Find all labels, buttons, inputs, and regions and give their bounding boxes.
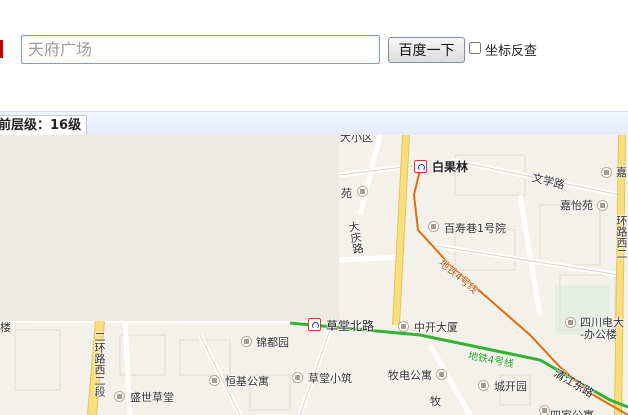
map-label: 恒基公寓 xyxy=(225,375,269,388)
map-label: 嘉 xyxy=(616,166,627,179)
map-toolbar xyxy=(0,111,628,136)
map-label: 牧电公寓 xyxy=(388,369,432,382)
poi-icon[interactable] xyxy=(539,405,550,415)
map-label: 二环路西二段 xyxy=(93,331,106,397)
poi-icon[interactable] xyxy=(357,186,368,197)
map-label: 四家公寓 xyxy=(550,407,594,415)
poi-icon[interactable] xyxy=(428,221,439,232)
map-label: 城开园 xyxy=(494,380,527,393)
poi-icon[interactable] xyxy=(565,317,576,328)
map-label: 盛世草堂 xyxy=(130,391,174,404)
reverse-geocode-checkbox[interactable] xyxy=(469,42,481,54)
map-label-baiguolin: 白果林 xyxy=(432,160,469,174)
poi-icon[interactable] xyxy=(398,321,409,332)
map-label: -办公楼 xyxy=(580,328,617,341)
poi-icon[interactable] xyxy=(241,336,252,347)
map-label: 百寿巷1号院 xyxy=(444,222,506,235)
map-label: 牧 xyxy=(430,395,441,408)
poi-icon[interactable] xyxy=(436,369,447,380)
zoom-level-label: 前层级：16级 xyxy=(0,115,88,136)
map-label: 环路西二 xyxy=(615,215,628,259)
map-view[interactable]: 大小区 白果林 文学路 嘉怡苑 嘉 苑 大庆路 百寿巷1号院 环路西二 地铁4号… xyxy=(0,135,628,415)
map-label: 中开大厦 xyxy=(414,321,458,334)
search-button[interactable]: 百度一下 xyxy=(388,37,465,63)
map-label: 草堂北路 xyxy=(326,319,375,333)
map-label: 锦都园 xyxy=(256,336,289,349)
poi-icon[interactable] xyxy=(292,372,303,383)
poi-icon[interactable] xyxy=(478,380,489,391)
map-label: 苑 xyxy=(341,187,352,200)
reverse-geocode-label: 坐标反查 xyxy=(485,44,538,59)
search-input[interactable] xyxy=(21,35,380,64)
map-label: 大小区 xyxy=(340,135,373,144)
left-red-marker xyxy=(0,40,3,58)
map-label: 草堂小筑 xyxy=(308,372,352,385)
poi-icon[interactable] xyxy=(114,391,125,402)
poi-icon[interactable] xyxy=(597,200,608,211)
poi-icon[interactable] xyxy=(601,167,612,178)
map-label: 嘉怡苑 xyxy=(560,199,593,212)
poi-icon[interactable] xyxy=(209,375,220,386)
map-label: 楼 xyxy=(0,321,11,334)
metro-station-icon[interactable] xyxy=(414,160,427,173)
metro-station-icon[interactable] xyxy=(308,318,321,331)
unloaded-map-tile xyxy=(0,135,339,321)
